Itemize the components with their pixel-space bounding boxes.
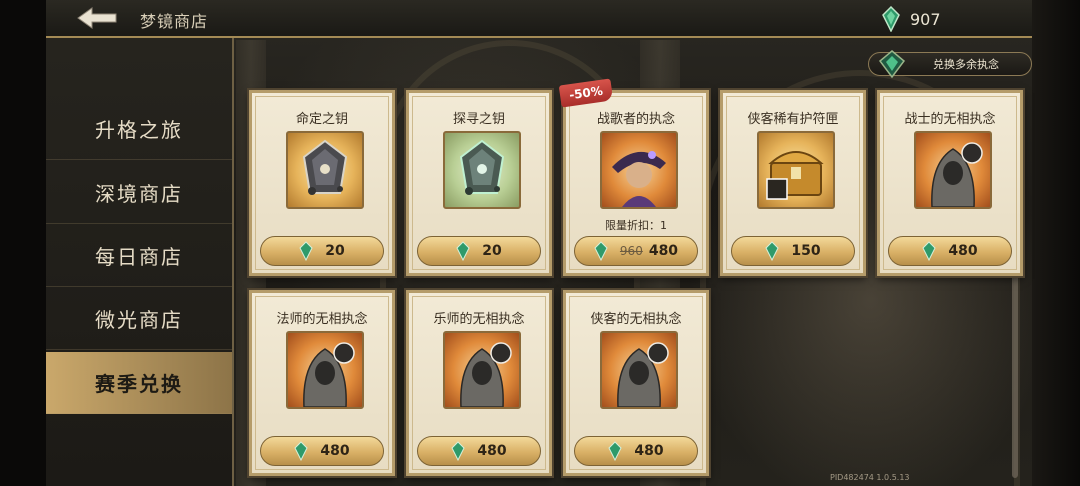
gem-icon bbox=[922, 241, 936, 261]
right-edge bbox=[1032, 0, 1080, 486]
shop-card[interactable]: 侠客稀有护符匣 150 bbox=[720, 90, 866, 276]
shop-card[interactable]: 法师的无相执念 480 bbox=[249, 290, 395, 476]
currency-display: 907 bbox=[882, 6, 941, 32]
sidebar-item-label: 深境商店 bbox=[95, 182, 183, 206]
treasure-chest-icon bbox=[757, 131, 835, 209]
buy-button[interactable]: 480 bbox=[574, 436, 698, 466]
gem-icon bbox=[765, 241, 779, 261]
gem-icon bbox=[878, 50, 906, 79]
buy-button[interactable]: 150 bbox=[731, 236, 855, 266]
gem-icon bbox=[294, 441, 308, 461]
sidebar-item-label: 升格之旅 bbox=[95, 118, 183, 142]
card-title: 乐师的无相执念 bbox=[433, 312, 525, 327]
shop-card[interactable]: 侠客的无相执念 480 bbox=[563, 290, 709, 476]
limit-text: 限量折扣：1 bbox=[605, 219, 667, 232]
hooded-figure-icon bbox=[914, 131, 992, 209]
price-value: 480 bbox=[634, 443, 664, 459]
hooded-figure-icon bbox=[286, 331, 364, 409]
hooded-figure-icon bbox=[443, 331, 521, 409]
exchange-surplus-button[interactable]: 兑换多余执念 bbox=[868, 50, 1032, 79]
sidebar-item-season-exchange[interactable]: 赛季兑换 bbox=[46, 352, 232, 414]
version-label: PID482474 1.0.5.13 bbox=[830, 473, 910, 482]
original-price: 960 bbox=[619, 244, 643, 258]
buy-button[interactable]: 480 bbox=[417, 436, 541, 466]
sidebar-item-daily-shop[interactable]: 每日商店 bbox=[46, 225, 232, 287]
sidebar-item-glimmer-shop[interactable]: 微光商店 bbox=[46, 288, 232, 350]
exchange-surplus-label: 兑换多余执念 bbox=[933, 58, 999, 71]
shop-card[interactable]: 命定之钥 20 bbox=[249, 90, 395, 276]
buy-button[interactable]: 960 480 bbox=[574, 236, 698, 266]
buy-button[interactable]: 480 bbox=[888, 236, 1012, 266]
shop-card[interactable]: 战士的无相执念 480 bbox=[877, 90, 1023, 276]
gem-icon bbox=[299, 241, 313, 261]
sidebar-item-ascension-journey[interactable]: 升格之旅 bbox=[46, 98, 232, 160]
shop-card[interactable]: 战歌者的执念 限量折扣：1 960 480 bbox=[563, 90, 709, 276]
gem-icon bbox=[451, 441, 465, 461]
card-title: 侠客的无相执念 bbox=[590, 312, 682, 327]
card-title: 命定之钥 bbox=[295, 112, 348, 127]
shop-card[interactable]: 探寻之钥 20 bbox=[406, 90, 552, 276]
price-value: 150 bbox=[791, 243, 821, 259]
currency-amount: 907 bbox=[910, 9, 941, 29]
price-value: 480 bbox=[477, 443, 507, 459]
page-title: 梦镜商店 bbox=[140, 12, 209, 31]
price-value: 480 bbox=[320, 443, 350, 459]
back-arrow-icon bbox=[77, 7, 117, 29]
card-title: 侠客稀有护符匣 bbox=[747, 112, 839, 127]
price-value: 480 bbox=[648, 243, 679, 259]
buy-button[interactable]: 20 bbox=[417, 236, 541, 266]
card-title: 探寻之钥 bbox=[452, 112, 505, 127]
card-title: 战士的无相执念 bbox=[904, 112, 996, 127]
key-stone-icon bbox=[286, 131, 364, 209]
price-value: 20 bbox=[325, 243, 345, 259]
gem-icon bbox=[882, 6, 900, 32]
gem-icon bbox=[608, 441, 622, 461]
sidebar: 升格之旅 深境商店 每日商店 微光商店 赛季兑换 bbox=[46, 38, 234, 486]
buy-button[interactable]: 480 bbox=[260, 436, 384, 466]
card-title: 法师的无相执念 bbox=[276, 312, 368, 327]
price-value: 480 bbox=[948, 243, 978, 259]
sidebar-item-label: 赛季兑换 bbox=[95, 372, 183, 396]
sidebar-item-deep-realm-shop[interactable]: 深境商店 bbox=[46, 162, 232, 224]
gem-icon bbox=[456, 241, 470, 261]
sidebar-item-label: 微光商店 bbox=[95, 308, 183, 332]
shop-card[interactable]: 乐师的无相执念 480 bbox=[406, 290, 552, 476]
sidebar-item-label: 每日商店 bbox=[95, 245, 183, 269]
left-edge bbox=[0, 0, 46, 486]
back-button[interactable] bbox=[76, 6, 120, 30]
hooded-figure-icon bbox=[600, 331, 678, 409]
price-value: 20 bbox=[482, 243, 502, 259]
card-title: 战歌者的执念 bbox=[596, 112, 675, 127]
gem-icon bbox=[594, 241, 608, 261]
key-stone-icon bbox=[443, 131, 521, 209]
portrait-icon bbox=[600, 131, 678, 209]
buy-button[interactable]: 20 bbox=[260, 236, 384, 266]
top-bar: 梦镜商店 907 bbox=[46, 0, 1032, 38]
